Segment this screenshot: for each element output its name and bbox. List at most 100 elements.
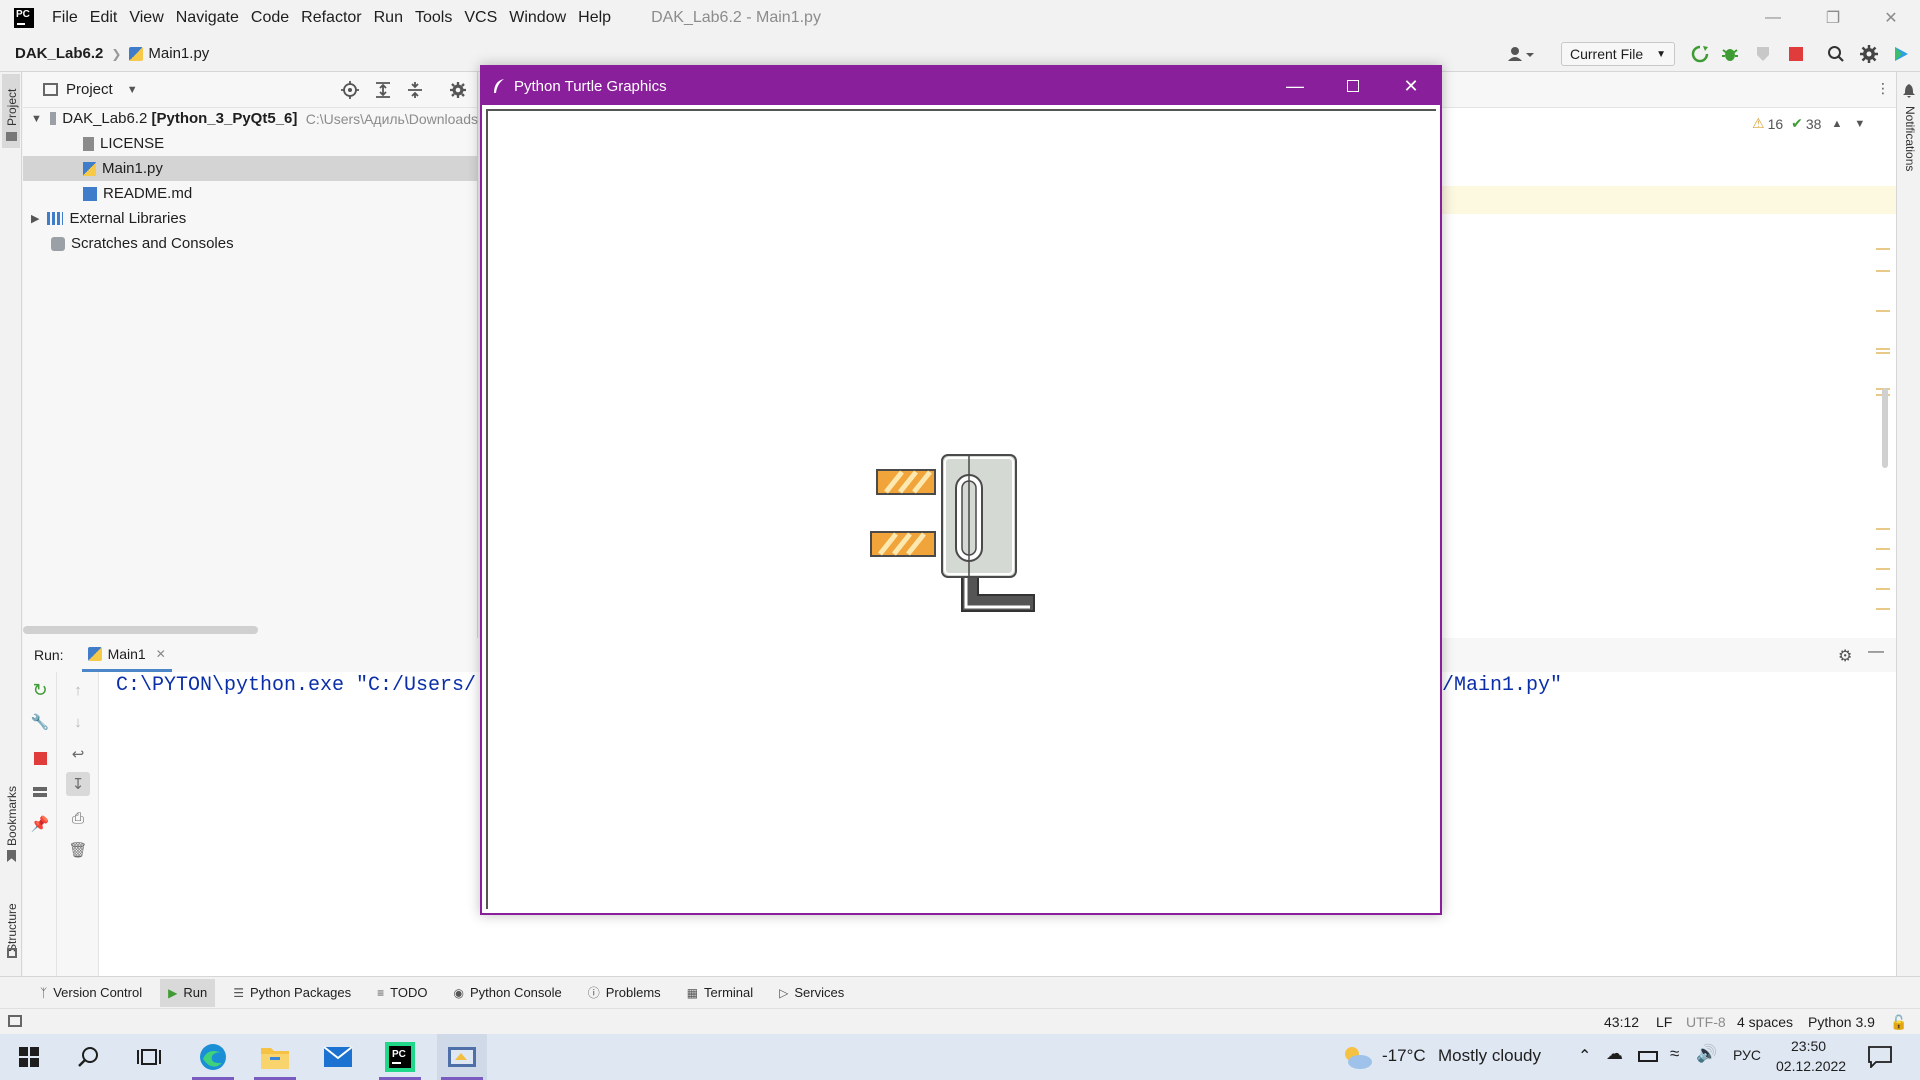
tree-item-license[interactable]: LICENSE: [23, 131, 478, 156]
turtle-canvas[interactable]: [486, 109, 1436, 909]
scroll-to-end-icon[interactable]: ↧: [66, 772, 90, 796]
indent-setting[interactable]: 4 spaces: [1737, 1014, 1793, 1030]
menu-code[interactable]: Code: [251, 9, 289, 27]
breadcrumb-project[interactable]: DAK_Lab6.2: [15, 45, 103, 62]
close-button[interactable]: ✕: [1862, 0, 1920, 36]
run-config-select[interactable]: Current File ▼: [1561, 42, 1675, 66]
notifications-tab-label[interactable]: Notifications: [1903, 106, 1917, 171]
windows-start-icon[interactable]: [4, 1034, 54, 1080]
battery-icon[interactable]: [1638, 1051, 1658, 1062]
stop-icon[interactable]: [28, 746, 52, 770]
minimize-button[interactable]: —: [1744, 0, 1802, 36]
stop-icon[interactable]: [1784, 42, 1808, 66]
collapse-all-icon[interactable]: [406, 81, 424, 99]
arrow-down-icon[interactable]: ↓: [66, 710, 90, 734]
breadcrumb-file[interactable]: Main1.py: [148, 45, 209, 62]
clock-date[interactable]: 02.12.2022: [1776, 1058, 1846, 1074]
file-encoding[interactable]: UTF-8: [1686, 1014, 1726, 1030]
turtle-minimize-button[interactable]: —: [1266, 67, 1324, 105]
run-settings-gear-icon[interactable]: ⚙: [1838, 646, 1852, 666]
tab-todo[interactable]: ≡ TODO: [369, 979, 435, 1007]
turtle-graphics-window[interactable]: Python Turtle Graphics — ✕: [480, 65, 1442, 915]
arrow-up-icon[interactable]: ↑: [66, 678, 90, 702]
trash-icon[interactable]: 🗑: [66, 838, 90, 862]
menu-vcs[interactable]: VCS: [464, 9, 497, 27]
tab-python-packages[interactable]: ☰ Python Packages: [225, 979, 359, 1007]
chevron-right-icon[interactable]: ▶: [31, 212, 39, 225]
project-panel-title[interactable]: Project: [66, 81, 113, 98]
chevron-down-icon[interactable]: ▼: [31, 113, 42, 125]
tab-problems[interactable]: ⓘ Problems: [580, 979, 669, 1007]
tab-run[interactable]: ▶ Run: [160, 978, 216, 1007]
close-tab-icon[interactable]: ✕: [156, 647, 166, 661]
wrench-icon[interactable]: 🔧: [28, 710, 52, 734]
chevron-up-icon[interactable]: ▲: [1831, 118, 1842, 130]
tree-item-scratches[interactable]: Scratches and Consoles: [23, 231, 478, 256]
soft-wrap-icon[interactable]: ↩: [66, 742, 90, 766]
weather-temp[interactable]: -17°C: [1382, 1046, 1426, 1066]
jetbrains-toolbox-icon[interactable]: [1889, 42, 1913, 66]
search-icon[interactable]: [64, 1034, 114, 1080]
coverage-icon[interactable]: [1751, 42, 1775, 66]
rerun-icon[interactable]: ↻: [28, 678, 52, 702]
menu-file[interactable]: File: [52, 9, 78, 27]
console-output-left[interactable]: C:\PYTON\python.exe "C:/Users/: [116, 674, 476, 697]
chevron-down-icon[interactable]: ▼: [1854, 118, 1865, 130]
tab-version-control[interactable]: ᛉ Version Control: [32, 979, 150, 1007]
expand-all-icon[interactable]: [374, 81, 392, 99]
tab-services[interactable]: ▷ Services: [771, 979, 852, 1007]
user-account-icon[interactable]: [1504, 42, 1538, 66]
print-icon[interactable]: ⎙: [66, 806, 90, 830]
bookmarks-tab-label[interactable]: Bookmarks: [5, 786, 19, 846]
mail-icon[interactable]: [313, 1034, 363, 1080]
menu-tools[interactable]: Tools: [415, 9, 452, 27]
weather-text[interactable]: Mostly cloudy: [1438, 1046, 1541, 1066]
turtle-maximize-button[interactable]: [1324, 67, 1382, 105]
turtle-window-titlebar[interactable]: Python Turtle Graphics — ✕: [482, 67, 1440, 105]
inspection-widget[interactable]: ⚠ 16 ✔ 38 ▲ ▼: [1752, 115, 1865, 132]
error-stripe[interactable]: [1876, 178, 1892, 638]
debug-icon[interactable]: [1718, 42, 1742, 66]
pin-icon[interactable]: 📌: [28, 812, 52, 836]
settings-gear-icon[interactable]: [1857, 42, 1881, 66]
caret-position[interactable]: 43:12: [1604, 1014, 1639, 1030]
layout-icon[interactable]: [28, 780, 52, 804]
weather-icon[interactable]: [1340, 1042, 1374, 1072]
clock-time[interactable]: 23:50: [1791, 1038, 1826, 1054]
menu-edit[interactable]: Edit: [90, 9, 118, 27]
menu-navigate[interactable]: Navigate: [176, 9, 239, 27]
bell-icon[interactable]: [1903, 84, 1915, 98]
file-explorer-icon[interactable]: [250, 1034, 300, 1080]
tree-item-main1[interactable]: Main1.py: [23, 156, 478, 181]
menu-view[interactable]: View: [129, 9, 163, 27]
rerun-icon[interactable]: [1688, 42, 1712, 66]
edge-browser-icon[interactable]: [188, 1034, 238, 1080]
menu-window[interactable]: Window: [509, 9, 566, 27]
lock-icon[interactable]: 🔓: [1890, 1014, 1907, 1031]
chevron-up-icon[interactable]: ⌃: [1578, 1046, 1591, 1066]
horizontal-scrollbar[interactable]: [23, 626, 258, 634]
tree-item-readme[interactable]: README.md: [23, 181, 478, 206]
tab-terminal[interactable]: ▦ Terminal: [679, 979, 761, 1007]
speaker-icon[interactable]: 🔊: [1696, 1044, 1717, 1064]
notification-center-icon[interactable]: [1868, 1046, 1892, 1068]
python-interpreter[interactable]: Python 3.9: [1808, 1014, 1875, 1030]
restore-button[interactable]: ❐: [1804, 0, 1862, 36]
hide-panel-icon[interactable]: —: [1868, 643, 1884, 661]
pycharm-taskbar-icon[interactable]: PC: [375, 1034, 425, 1080]
more-vertical-icon[interactable]: ⋮: [1876, 80, 1890, 97]
menu-refactor[interactable]: Refactor: [301, 9, 361, 27]
toggle-tool-windows-icon[interactable]: [8, 1015, 22, 1027]
python-turtle-taskbar-icon[interactable]: [437, 1034, 487, 1080]
chevron-down-icon[interactable]: ▼: [127, 84, 138, 96]
menu-help[interactable]: Help: [578, 9, 611, 27]
task-view-icon[interactable]: [124, 1034, 174, 1080]
line-separator[interactable]: LF: [1656, 1014, 1672, 1030]
tree-item-external-libraries[interactable]: ▶ External Libraries: [23, 206, 478, 231]
search-icon[interactable]: [1824, 42, 1848, 66]
run-tab-main1[interactable]: Main1 ✕: [81, 638, 172, 672]
input-language[interactable]: РУС: [1733, 1047, 1761, 1063]
editor-area[interactable]: ⚠ 16 ✔ 38 ▲ ▼: [1440, 108, 1896, 638]
tab-python-console[interactable]: ◉ Python Console: [445, 979, 569, 1007]
menu-run[interactable]: Run: [374, 9, 403, 27]
